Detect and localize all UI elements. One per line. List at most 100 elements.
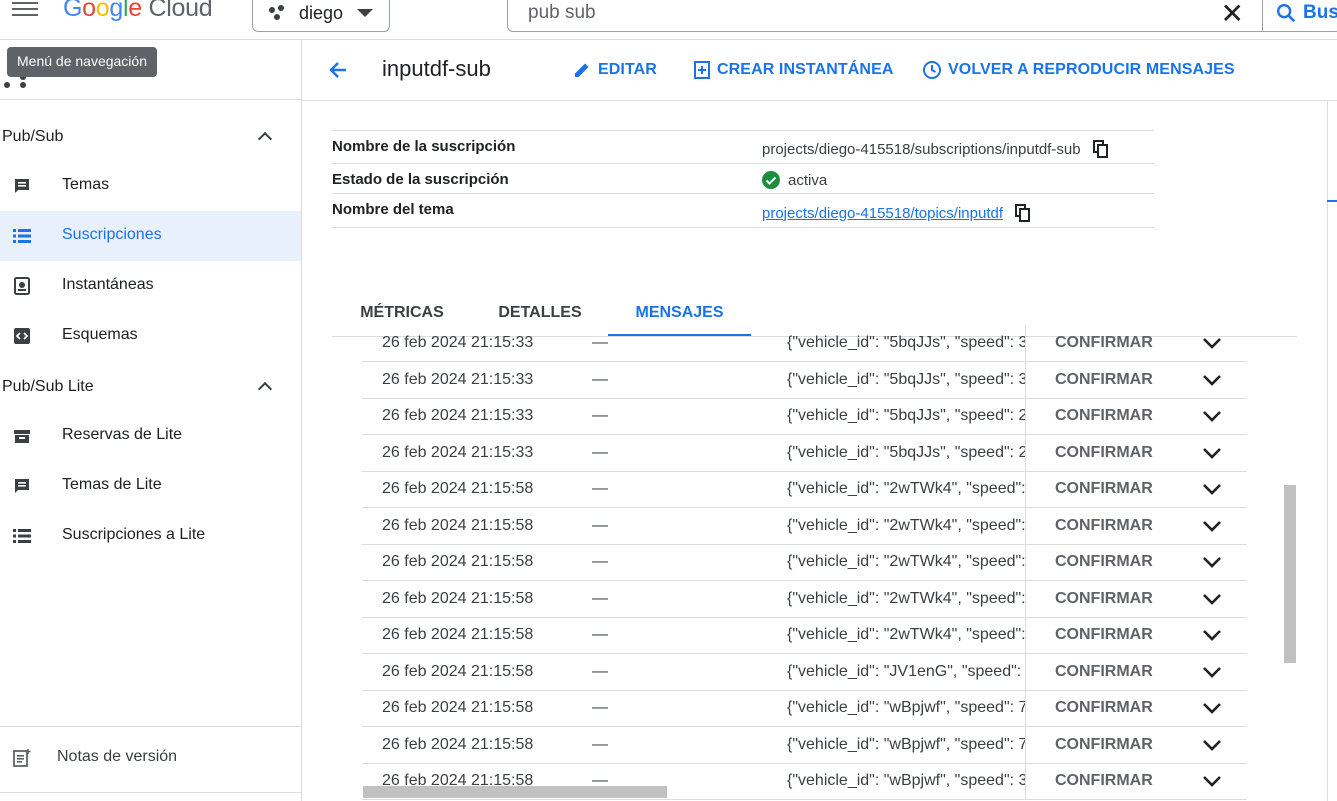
chevron-down-icon[interactable] <box>1202 336 1222 350</box>
sidebar-item-temas-lite[interactable]: Temas de Lite <box>0 461 301 511</box>
publish-time: 26 feb 2024 21:15:58 <box>382 589 534 607</box>
project-picker[interactable]: diego <box>252 0 390 32</box>
copy-icon[interactable] <box>1015 204 1031 222</box>
release-notes-link[interactable]: Notas de versión <box>0 738 301 778</box>
logo-letter: G <box>63 0 83 22</box>
close-icon[interactable]: ✕ <box>1221 0 1244 28</box>
logo-cloud-text: Cloud <box>148 0 213 22</box>
sidebar-item-suscripciones-lite[interactable]: Suscripciones a Lite <box>0 511 301 561</box>
column-divider <box>1025 326 1026 362</box>
table-row[interactable]: 26 feb 2024 21:15:33 — {"vehicle_id": "5bq… <box>362 434 1247 472</box>
section-header-pubsub-lite[interactable]: Pub/Sub Lite <box>0 370 302 406</box>
sidebar-item-instantaneas[interactable]: Instantáneas <box>0 261 301 311</box>
chevron-down-icon[interactable] <box>1202 665 1222 679</box>
chevron-down-icon[interactable] <box>1202 519 1222 533</box>
message-body: {"vehicle_id": "5bqJJs", "speed": 2 <box>787 407 1025 424</box>
table-row[interactable]: 26 feb 2024 21:15:33 — {"vehicle_id": "5bq… <box>362 361 1247 399</box>
publish-time: 26 feb 2024 21:15:58 <box>382 699 534 716</box>
table-row[interactable]: 26 feb 2024 21:15:58 — {"vehicle_id": "2wT… <box>362 617 1247 654</box>
create-snapshot-button[interactable]: CREAR INSTANTÁNEA <box>693 60 894 80</box>
message-body: {"vehicle_id": "5bqJJs", "speed": 3 <box>787 334 1025 351</box>
edit-button[interactable]: EDITAR <box>572 60 657 80</box>
ack-button[interactable]: CONFIRMAR <box>1055 553 1153 571</box>
ack-button[interactable]: CONFIRMAR <box>1055 407 1153 425</box>
list-icon <box>13 529 31 543</box>
sidebar-item-suscripciones[interactable]: Suscripciones <box>0 211 301 261</box>
section-header-pubsub[interactable]: Pub/Sub <box>0 120 302 156</box>
message-body: {"vehicle_id": "2wTWk4", "speed": 3 <box>787 480 1025 497</box>
menu-icon[interactable] <box>12 0 38 22</box>
sidebar-item-esquemas[interactable]: Esquemas <box>0 311 301 361</box>
table-row[interactable]: 26 feb 2024 21:15:58 — {"vehicle_id": "2wT… <box>362 580 1247 618</box>
table-row[interactable]: 26 feb 2024 21:15:58 — {"vehicle_id": "2wT… <box>362 507 1247 545</box>
sidebar-item-label: Esquemas <box>62 326 138 343</box>
sidebar-item-label: Instantáneas <box>62 276 154 293</box>
chevron-down-icon[interactable] <box>1202 482 1222 496</box>
chevron-down-icon[interactable] <box>1202 701 1222 715</box>
publish-time: 26 feb 2024 21:15:33 <box>382 334 534 351</box>
ack-button[interactable]: CONFIRMAR <box>1055 334 1153 352</box>
caret-down-icon <box>357 9 374 17</box>
table-row[interactable]: 26 feb 2024 21:15:58 — {"vehicle_id": "2wT… <box>362 544 1247 581</box>
detail-value: projects/diego-415518/subscriptions/inpu… <box>762 140 1109 158</box>
tooltip: Menú de navegación <box>7 47 157 77</box>
attributes-cell: — <box>592 662 608 680</box>
table-row[interactable]: 26 feb 2024 21:15:33 — {"vehicle_id": "5bq… <box>362 398 1247 435</box>
message-icon <box>15 179 29 193</box>
chevron-down-icon[interactable] <box>1202 774 1222 788</box>
chevron-down-icon[interactable] <box>1202 628 1222 642</box>
add-box-icon <box>694 61 710 79</box>
table-row[interactable]: 26 feb 2024 21:15:33 — {"vehicle_id": "5bq… <box>362 326 1247 362</box>
topic-link[interactable]: projects/diego-415518/topics/inputdf <box>762 205 1003 222</box>
message-body: {"vehicle_id": "wBpjwf", "speed": 7 <box>787 735 1025 753</box>
ack-button[interactable]: CONFIRMAR <box>1055 772 1153 790</box>
top-bar: Google Cloud diego ✕ Bus <box>0 0 1337 40</box>
horizontal-scrollbar[interactable] <box>363 786 667 798</box>
ack-button[interactable]: CONFIRMAR <box>1055 517 1153 535</box>
attributes-cell: — <box>592 699 608 716</box>
replay-messages-button[interactable]: VOLVER A REPRODUCIR MENSAJES <box>922 60 1235 80</box>
table-row[interactable]: 26 feb 2024 21:15:58 — {"vehicle_id": "JV1… <box>362 653 1247 691</box>
search-input[interactable] <box>528 0 1128 27</box>
column-divider <box>1025 398 1026 435</box>
table-row[interactable]: 26 feb 2024 21:15:58 — {"vehicle_id": "2wT… <box>362 471 1247 508</box>
table-row[interactable]: 26 feb 2024 21:15:58 — {"vehicle_id": "wBp… <box>362 726 1247 764</box>
column-divider <box>1025 726 1026 764</box>
ack-button[interactable]: CONFIRMAR <box>1055 699 1153 717</box>
chevron-down-icon[interactable] <box>1202 373 1222 387</box>
publish-time: 26 feb 2024 21:15:58 <box>382 662 534 680</box>
vertical-scrollbar[interactable] <box>1284 485 1296 663</box>
page-header: inputdf-sub EDITAR CREAR INSTANTÁNEA VOL… <box>302 40 1337 101</box>
sidebar-item-temas[interactable]: Temas <box>0 161 301 211</box>
ack-button[interactable]: CONFIRMAR <box>1055 663 1153 681</box>
search-icon <box>1277 4 1296 23</box>
message-body: {"vehicle_id": "2wTWk4", "speed": 2 <box>787 589 1025 607</box>
search-button[interactable]: Bus <box>1262 0 1337 32</box>
table-row[interactable]: 26 feb 2024 21:15:58 — {"vehicle_id": "wBp… <box>362 690 1247 727</box>
copy-icon[interactable] <box>1092 140 1109 158</box>
column-divider <box>1025 507 1026 545</box>
ack-button[interactable]: CONFIRMAR <box>1055 626 1153 644</box>
sidebar-item-label: Temas de Lite <box>62 476 162 493</box>
chevron-down-icon[interactable] <box>1202 592 1222 606</box>
google-cloud-logo[interactable]: Google Cloud <box>63 0 213 23</box>
sidebar-item-reservas-lite[interactable]: Reservas de Lite <box>0 411 301 461</box>
sidebar-item-label: Suscripciones a Lite <box>62 526 206 543</box>
section-title: Pub/Sub <box>2 128 64 145</box>
chevron-down-icon[interactable] <box>1202 446 1222 460</box>
back-arrow-icon[interactable] <box>326 58 350 82</box>
chevron-down-icon[interactable] <box>1202 409 1222 423</box>
chevron-down-icon[interactable] <box>1202 555 1222 569</box>
ack-button[interactable]: CONFIRMAR <box>1055 480 1153 498</box>
ack-button[interactable]: CONFIRMAR <box>1055 371 1153 389</box>
message-body: {"vehicle_id": "5bqJJs", "speed": 2 <box>787 443 1025 461</box>
chevron-down-icon[interactable] <box>1202 738 1222 752</box>
ack-button[interactable]: CONFIRMAR <box>1055 444 1153 462</box>
snapshot-icon <box>14 277 30 295</box>
detail-key: Estado de la suscripción <box>332 171 509 188</box>
attributes-cell: — <box>592 407 608 424</box>
sidebar-item-label: Temas <box>62 176 110 193</box>
ack-button[interactable]: CONFIRMAR <box>1055 736 1153 754</box>
publish-time: 26 feb 2024 21:15:33 <box>382 443 534 461</box>
ack-button[interactable]: CONFIRMAR <box>1055 590 1153 608</box>
